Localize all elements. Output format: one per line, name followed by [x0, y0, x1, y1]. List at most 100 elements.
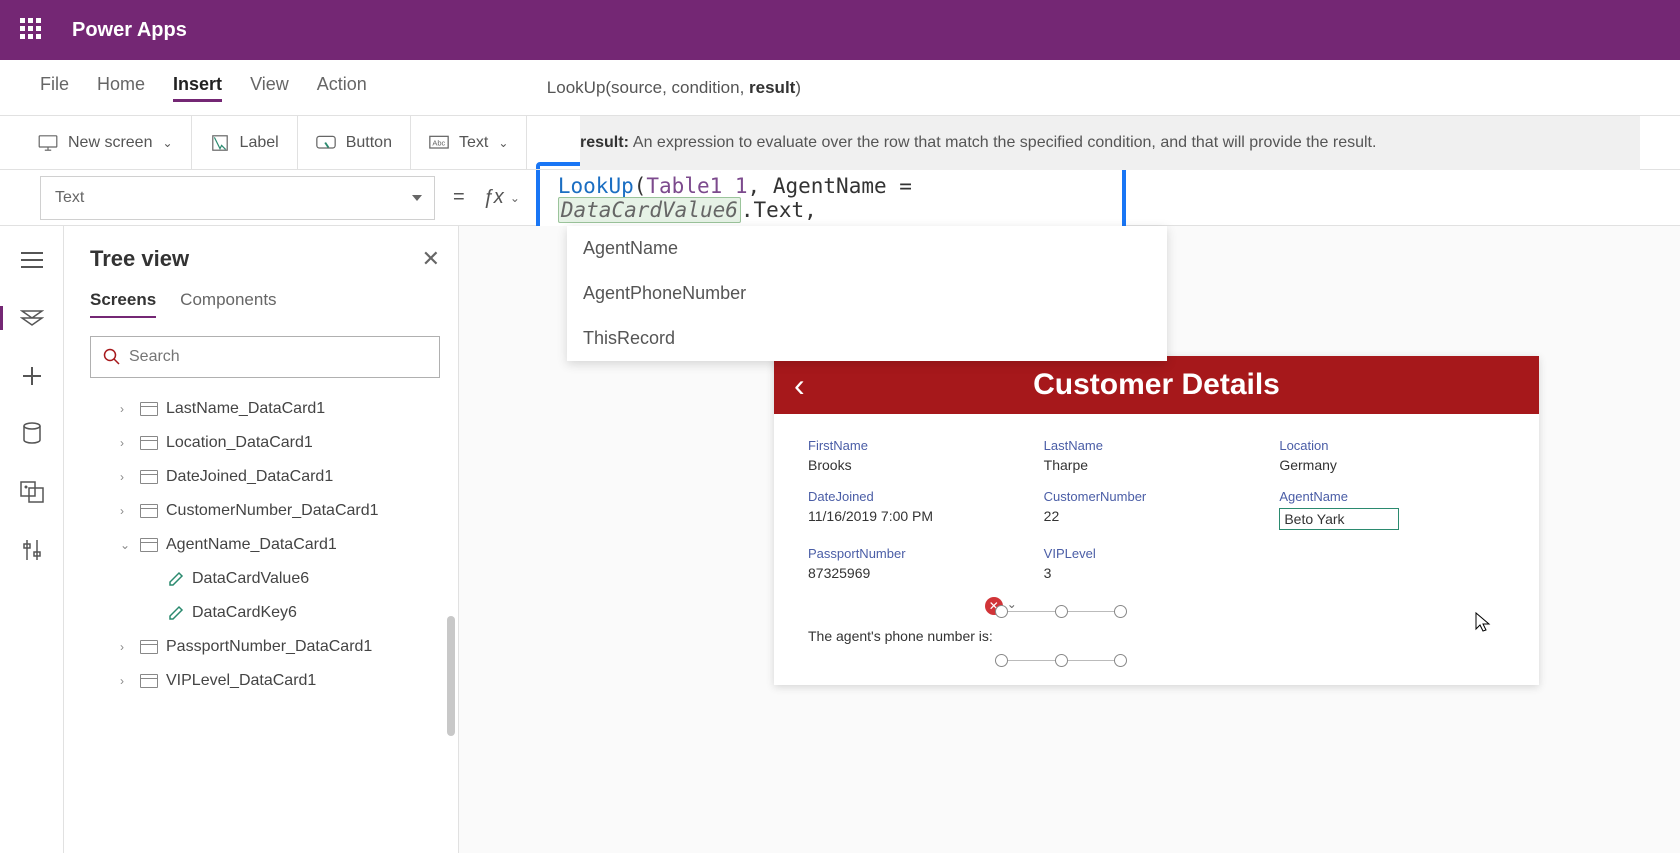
search-icon [103, 348, 121, 366]
form-field[interactable]: DateJoined11/16/2019 7:00 PM [808, 489, 1034, 530]
pencil-icon [168, 605, 184, 621]
pencil-icon [168, 571, 184, 587]
menu-insert[interactable]: Insert [173, 74, 222, 102]
intellisense-item[interactable]: AgentPhoneNumber [567, 271, 1167, 316]
search-input[interactable] [129, 348, 427, 366]
chevron-icon: › [120, 640, 132, 654]
menu-action[interactable]: Action [317, 74, 367, 102]
chevron-down-icon[interactable]: ⌄ [510, 191, 520, 205]
menu-view[interactable]: View [250, 74, 289, 102]
datacard-icon [140, 470, 158, 484]
intellisense-dropdown: AgentName AgentPhoneNumber ThisRecord [567, 226, 1167, 361]
close-icon[interactable]: ✕ [422, 246, 440, 272]
menu-file[interactable]: File [40, 74, 69, 102]
insert-icon[interactable] [18, 362, 46, 390]
tree-node-label: DataCardValue6 [192, 570, 309, 588]
menu-home[interactable]: Home [97, 74, 145, 102]
text-dropdown[interactable]: Abc Text ⌄ [411, 116, 527, 169]
preview-header: ‹ Customer Details [774, 356, 1539, 414]
chevron-icon: › [120, 402, 132, 416]
form-field[interactable]: AgentName Beto Yark [1279, 489, 1505, 530]
datacard-icon [140, 674, 158, 688]
intellisense-item[interactable]: ThisRecord [567, 316, 1167, 361]
resize-handle[interactable] [995, 654, 1008, 667]
form-field[interactable]: CustomerNumber 22 [1044, 489, 1270, 530]
property-selector[interactable]: Text [40, 176, 435, 220]
new-screen-button[interactable]: New screen ⌄ [0, 116, 192, 169]
tree-node[interactable]: DataCardKey6 [90, 596, 440, 630]
resize-handle[interactable] [995, 605, 1008, 618]
tree-node[interactable]: ⌄AgentName_DataCard1 [90, 528, 440, 562]
tab-components[interactable]: Components [180, 290, 276, 318]
formula-input[interactable]: LookUp(Table1_1, AgentName = DataCardVal… [536, 162, 1126, 234]
form-field[interactable]: Location Germany [1279, 438, 1505, 473]
field-label: LastName [1044, 438, 1270, 453]
field-label: AgentName [1279, 489, 1505, 504]
app-launcher-icon[interactable] [20, 18, 44, 42]
form-field[interactable]: LastNameTharpe [1044, 438, 1270, 473]
tools-icon[interactable] [18, 536, 46, 564]
chevron-icon: › [120, 436, 132, 450]
form-field[interactable]: FirstNameBrooks [808, 438, 1034, 473]
field-label: VIPLevel [1044, 546, 1270, 561]
tree-view-title: Tree view [90, 246, 189, 272]
tree-search[interactable] [90, 336, 440, 378]
tree-node-label: CustomerNumber_DataCard1 [166, 502, 379, 520]
tree-node[interactable]: ›LastName_DataCard1 [90, 392, 440, 426]
chevron-icon: › [120, 470, 132, 484]
resize-handle[interactable] [1055, 654, 1068, 667]
resize-handle[interactable] [1114, 654, 1127, 667]
field-value: 87325969 [808, 565, 1034, 581]
tree-node[interactable]: › Location_DataCard1 [90, 426, 440, 460]
tree-node[interactable]: › PassportNumber_DataCard1 [90, 630, 440, 664]
field-label: Location [1279, 438, 1505, 453]
media-icon[interactable] [18, 478, 46, 506]
field-label: CustomerNumber [1044, 489, 1270, 504]
chevron-icon: ⌄ [120, 538, 132, 552]
back-icon[interactable]: ‹ [794, 367, 805, 404]
field-value: Brooks [808, 457, 1034, 473]
scrollbar-thumb[interactable] [447, 616, 455, 736]
datacard-icon [140, 402, 158, 416]
resize-handle[interactable] [1055, 605, 1068, 618]
chevron-icon: › [120, 674, 132, 688]
field-value: 22 [1044, 508, 1270, 524]
hamburger-icon[interactable] [18, 246, 46, 274]
fx-icon[interactable]: ƒx [483, 186, 504, 209]
parameter-help: result: An expression to evaluate over t… [580, 116, 1640, 170]
screen-icon [38, 135, 58, 151]
function-signature: LookUp(source, condition, result) [367, 78, 1640, 98]
menu-bar: File Home Insert View Action LookUp(sour… [0, 60, 1680, 116]
field-label: PassportNumber [808, 546, 1034, 561]
tree-list: ›LastName_DataCard1›Location_DataCard1›D… [90, 392, 440, 698]
tree-node-label: PassportNumber_DataCard1 [166, 638, 372, 656]
app-title: Power Apps [72, 19, 187, 42]
data-icon[interactable] [18, 420, 46, 448]
tree-view-icon[interactable] [18, 304, 46, 332]
field-value: Beto Yark [1279, 508, 1399, 530]
tree-node-label: VIPLevel_DataCard1 [166, 672, 316, 690]
chevron-down-icon[interactable]: ⌄ [1007, 597, 1017, 611]
form-field[interactable] [1279, 546, 1505, 581]
tree-node[interactable]: ›DateJoined_DataCard1 [90, 460, 440, 494]
label-button[interactable]: Label [192, 116, 298, 169]
chevron-icon: › [120, 504, 132, 518]
tree-node[interactable]: DataCardValue6 [90, 562, 440, 596]
tree-node-label: DataCardKey6 [192, 604, 297, 622]
resize-handle[interactable] [1114, 605, 1127, 618]
tree-node[interactable]: › VIPLevel_DataCard1 [90, 664, 440, 698]
chevron-down-icon: ⌄ [162, 136, 172, 150]
selected-control[interactable]: ✕ ⌄ [1001, 611, 1121, 661]
tree-node[interactable]: › CustomerNumber_DataCard1 [90, 494, 440, 528]
label-icon [210, 135, 230, 151]
intellisense-item[interactable]: AgentName [567, 226, 1167, 271]
tab-screens[interactable]: Screens [90, 290, 156, 318]
field-value: Germany [1279, 457, 1505, 473]
datacard-icon [140, 538, 158, 552]
button-button[interactable]: Button [298, 116, 411, 169]
form-field[interactable]: VIPLevel3 [1044, 546, 1270, 581]
svg-text:Abc: Abc [432, 138, 445, 147]
app-preview: ‹ Customer Details FirstNameBrooks LastNa… [774, 356, 1539, 685]
tree-node-label: Location_DataCard1 [166, 434, 313, 452]
form-field[interactable]: PassportNumber 87325969 [808, 546, 1034, 581]
